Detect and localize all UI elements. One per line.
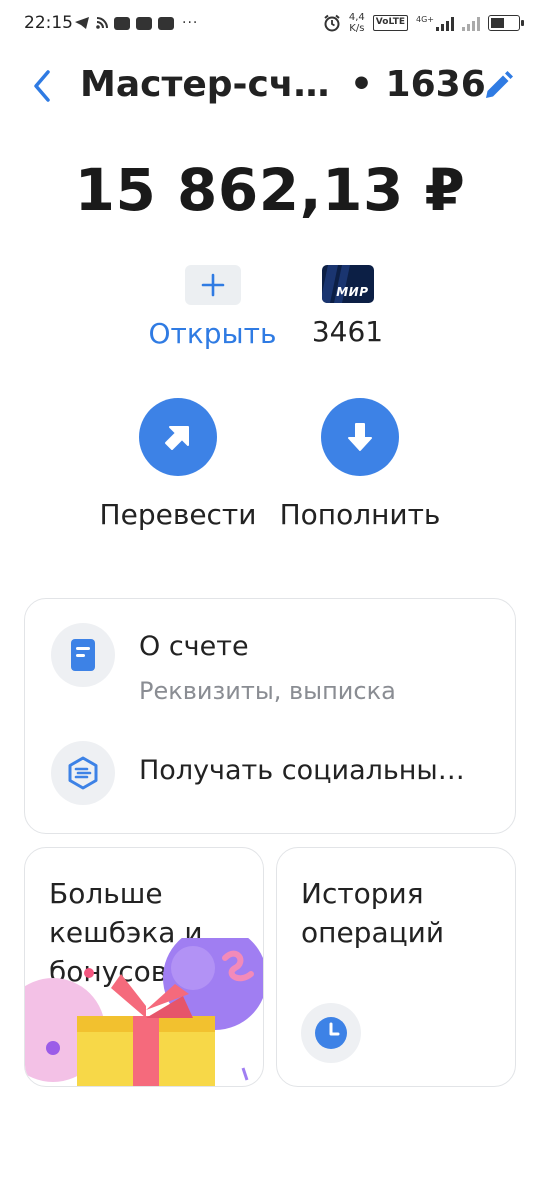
mir-card-icon: МИР [321, 265, 374, 303]
account-info-card: О счете Реквизиты, выписка Получать соци… [24, 598, 516, 834]
youtube-icon [136, 16, 152, 30]
open-card-button[interactable]: Открыть [145, 265, 280, 350]
youtube-icon [158, 16, 174, 30]
about-account-item[interactable]: О счете Реквизиты, выписка [25, 623, 515, 711]
notification-icons: ··· [74, 15, 198, 31]
youtube-icon [114, 16, 130, 30]
pencil-icon [486, 71, 513, 98]
more-notifications-icon: ··· [182, 15, 199, 31]
account-title: Мастер-сче… [80, 64, 340, 105]
signal-icon: 4G+ [416, 15, 454, 31]
social-payments-title: Получать социальны… [139, 755, 465, 786]
clock-icon [315, 1017, 347, 1049]
alarm-icon [324, 14, 340, 32]
arrow-up-right-icon [165, 426, 189, 450]
rss-icon [96, 17, 108, 29]
network-speed: 4,4 K/s [348, 12, 365, 34]
signal-icon-2 [462, 15, 480, 31]
history-title: История операций [301, 877, 445, 949]
history-tile[interactable]: История операций [276, 847, 516, 1087]
topup-button[interactable] [321, 398, 399, 476]
volte-badge: VoLTE [372, 15, 408, 31]
chevron-left-icon [34, 70, 50, 102]
add-card-tile[interactable] [184, 265, 241, 305]
status-time: 22:15 [24, 13, 73, 33]
account-number: • 1636 [350, 64, 486, 105]
telegram-icon [75, 17, 89, 29]
document-icon [51, 623, 115, 687]
gift-illustration [25, 938, 263, 1086]
transfer-action[interactable]: Перевести [88, 398, 268, 531]
arrow-down-icon [348, 423, 372, 451]
plus-icon [201, 273, 224, 297]
topup-action[interactable]: Пополнить [270, 398, 450, 531]
mir-logo-text: МИР [336, 285, 369, 299]
edit-button[interactable] [480, 68, 516, 104]
social-payments-icon [51, 741, 115, 805]
social-payments-item[interactable]: Получать социальны… [25, 741, 515, 807]
card-last-digits: 3461 [311, 315, 384, 348]
about-account-title: О счете [139, 631, 249, 662]
topup-label: Пополнить [279, 498, 441, 531]
account-balance: 15 862,13 ₽ [74, 156, 466, 224]
back-button[interactable] [26, 66, 62, 106]
status-bar: 22:15 ··· 4,4 K/s VoLTE 4G+ [0, 0, 540, 48]
cashback-promo-tile[interactable]: Больше кешбэка и бонусов [24, 847, 264, 1087]
about-account-subtitle: Реквизиты, выписка [139, 677, 396, 705]
system-icons: 4,4 K/s VoLTE 4G+ [323, 12, 524, 34]
open-card-label: Открыть [148, 317, 277, 350]
clock-icon-badge [301, 1003, 361, 1063]
transfer-button[interactable] [139, 398, 217, 476]
mir-card-item[interactable]: МИР 3461 [300, 265, 395, 348]
transfer-label: Перевести [99, 498, 257, 531]
header: Мастер-сче… • 1636 [0, 56, 540, 116]
battery-icon [488, 15, 524, 31]
